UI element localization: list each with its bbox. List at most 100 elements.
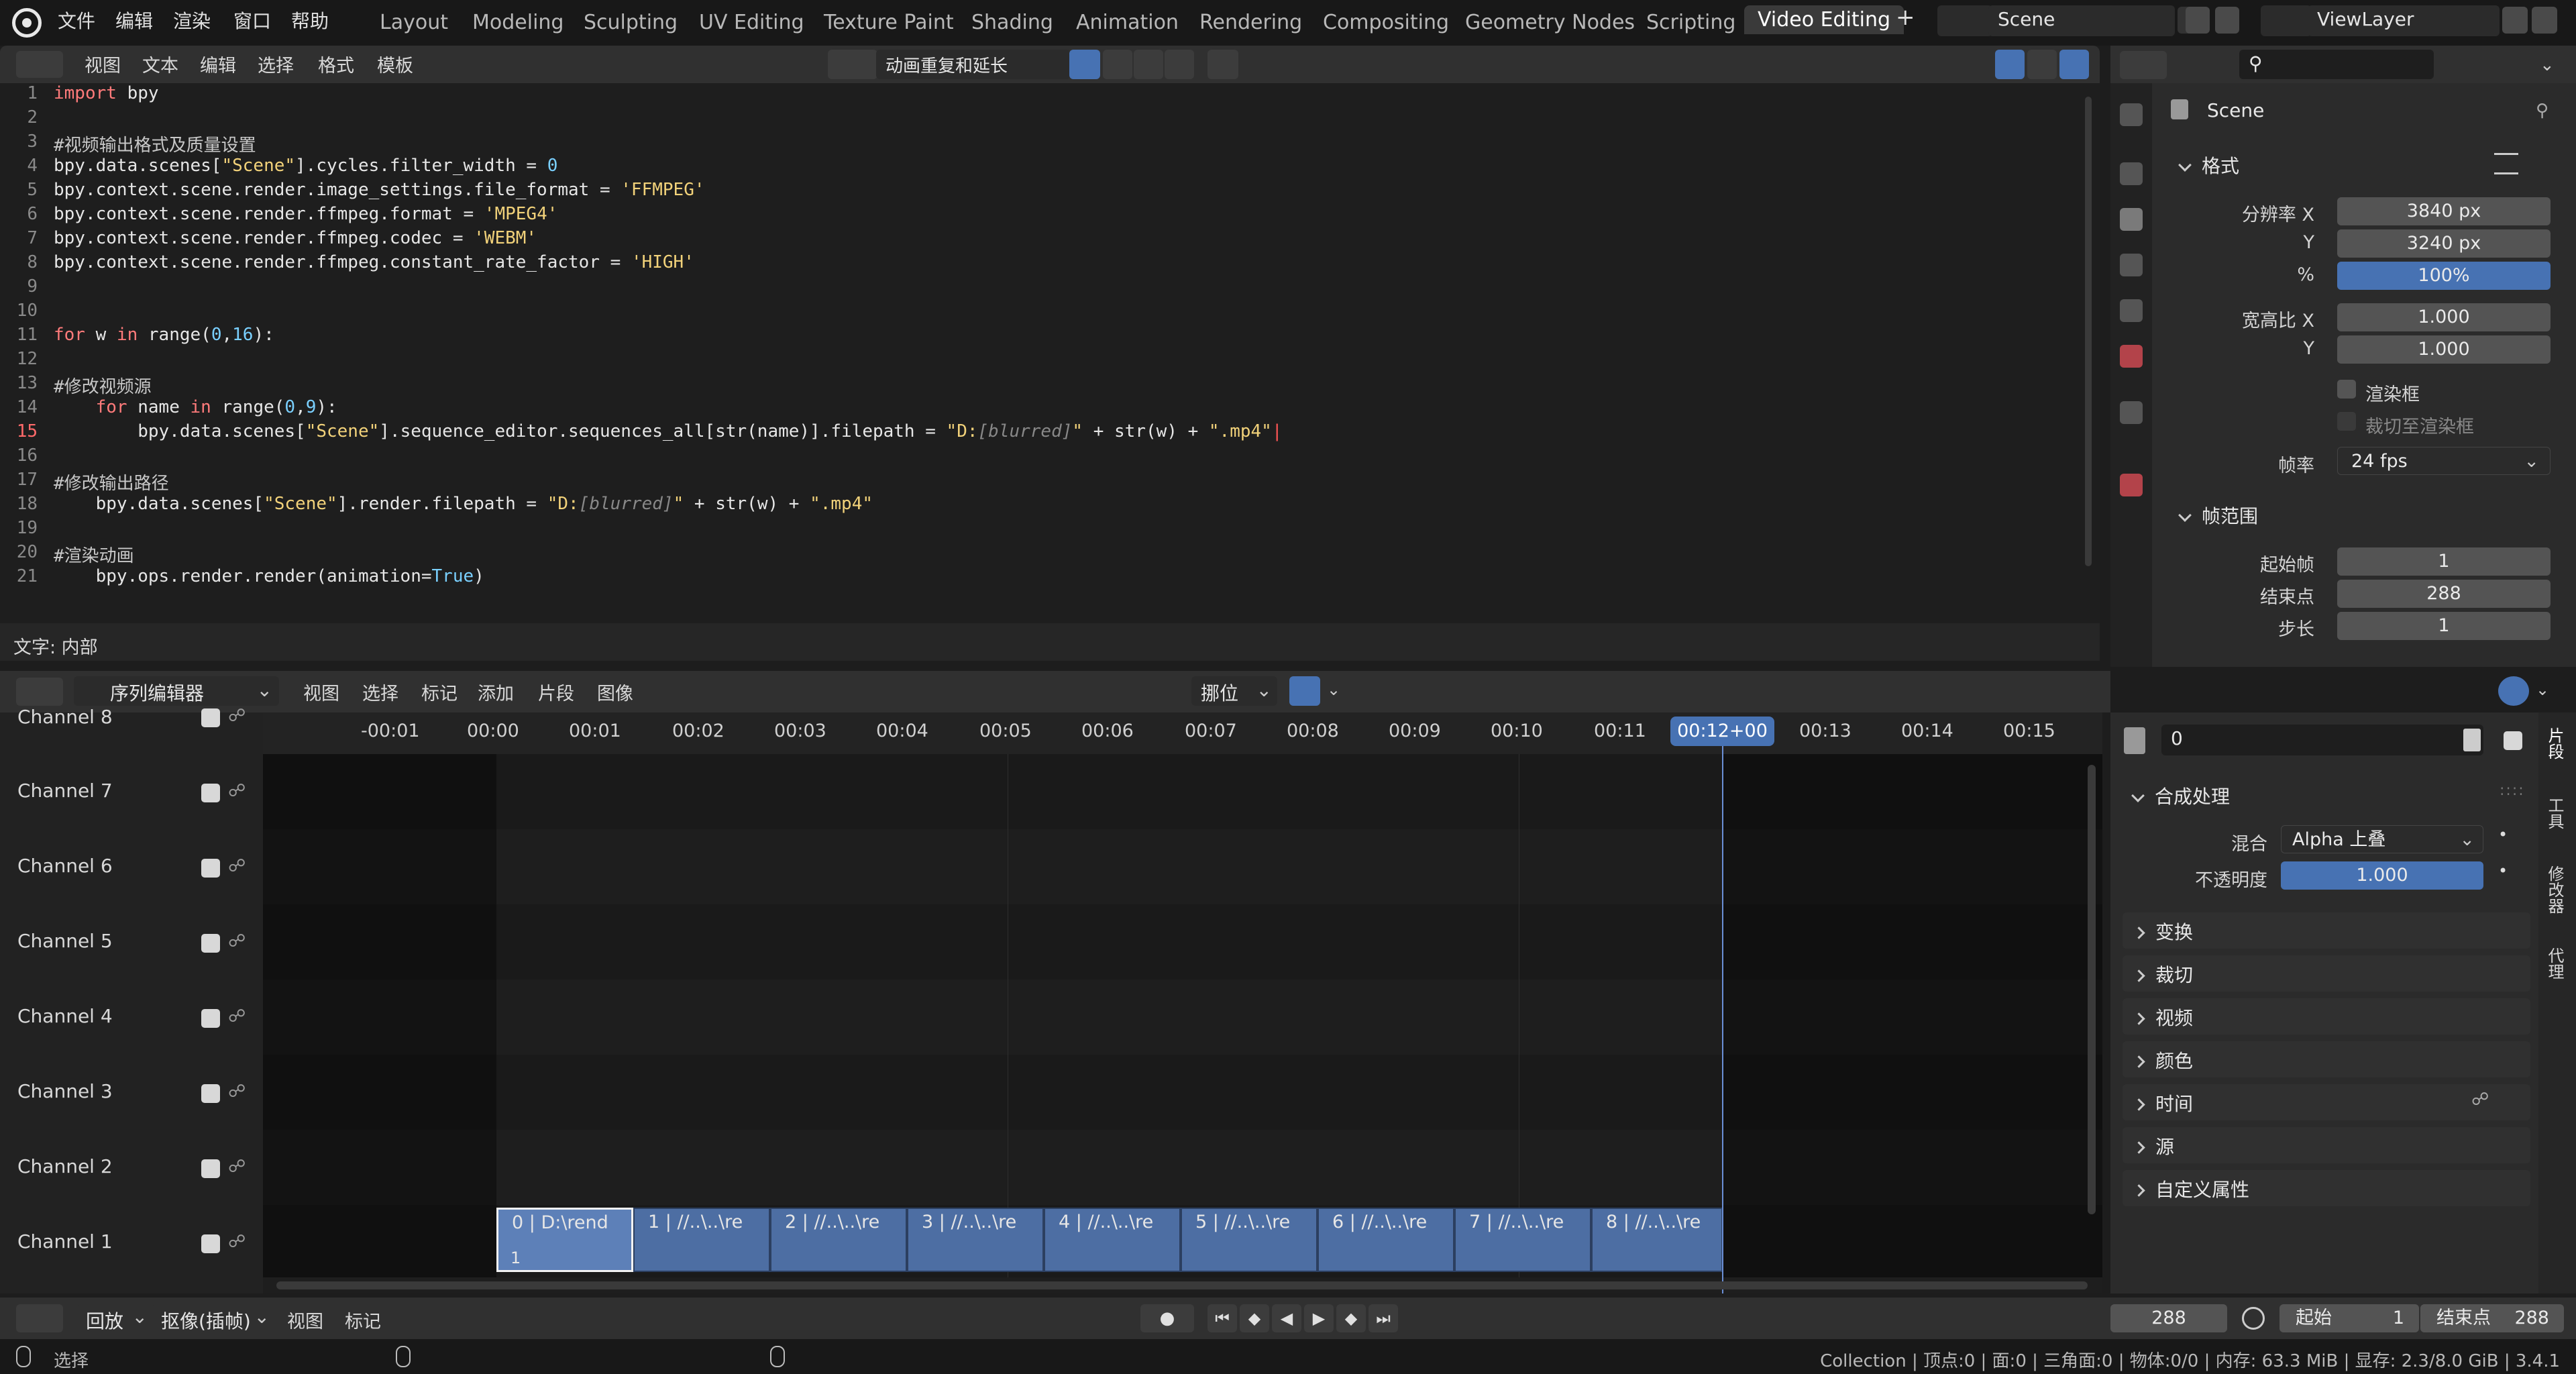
editor-type-icon[interactable]: [16, 51, 63, 78]
channel-mute-checkbox[interactable]: [201, 1159, 220, 1178]
channel-mute-checkbox[interactable]: [201, 708, 220, 727]
fake-user-shield-icon[interactable]: [1069, 50, 1100, 79]
new-view-layer-icon[interactable]: [2502, 7, 2528, 34]
tab-animation[interactable]: Animation: [1076, 8, 1179, 37]
view-layer-tab-icon[interactable]: [2120, 254, 2143, 276]
seq-menu-add[interactable]: 添加: [478, 679, 514, 705]
unlink-text-icon[interactable]: [1165, 50, 1194, 79]
frame-step-field[interactable]: 1: [2337, 612, 2551, 640]
jump-start-icon[interactable]: ⏮: [1208, 1304, 1237, 1332]
sequence-strip-7[interactable]: 7 | //..\..\re: [1454, 1208, 1591, 1272]
sequence-strip-2[interactable]: 2 | //..\..\re: [770, 1208, 907, 1272]
tab-scripting[interactable]: Scripting: [1646, 8, 1735, 37]
menu-window[interactable]: 窗口: [233, 7, 271, 34]
play-reverse-icon[interactable]: ◀: [1272, 1304, 1301, 1332]
sequence-strip-0[interactable]: 0 | D:\rend 1: [496, 1208, 633, 1272]
menu-edit[interactable]: 编辑: [115, 7, 153, 34]
keyframe-dot-icon[interactable]: •: [2498, 825, 2508, 844]
new-scene-icon[interactable]: [2186, 7, 2210, 34]
aspect-x-field[interactable]: 1.000: [2337, 303, 2551, 331]
frame-range-panel-header[interactable]: 帧范围: [2178, 502, 2258, 529]
line-numbers-toggle-icon[interactable]: [1995, 50, 2025, 79]
tab-geometry-nodes[interactable]: Geometry Nodes: [1465, 8, 1635, 37]
code-scrollbar[interactable]: [2085, 97, 2092, 566]
menu-help[interactable]: 帮助: [291, 7, 329, 34]
open-text-icon[interactable]: [1134, 50, 1163, 79]
render-tab-icon[interactable]: [2120, 162, 2143, 185]
opacity-field[interactable]: 1.000: [2281, 861, 2483, 890]
lock-icon[interactable]: ☍: [228, 706, 246, 726]
syntax-highlight-toggle-icon[interactable]: [2059, 50, 2089, 79]
seq-menu-strip[interactable]: 片段: [538, 679, 574, 705]
tab-compositing[interactable]: Compositing: [1323, 8, 1449, 37]
collection-tab-icon[interactable]: [2120, 401, 2143, 424]
start-frame-field[interactable]: 起始 1: [2279, 1304, 2419, 1332]
te-menu-format[interactable]: 格式: [318, 51, 354, 77]
sequencer-editor-type-icon[interactable]: [16, 678, 63, 706]
pivot-dropdown[interactable]: 挪位 ⌄: [1191, 676, 1277, 706]
strip-mute-icon[interactable]: [2463, 729, 2481, 751]
playhead[interactable]: [1722, 721, 1723, 1293]
tab-layout[interactable]: Layout: [380, 8, 448, 37]
format-panel-header[interactable]: 格式: [2178, 152, 2239, 178]
vertical-scrollbar[interactable]: [2088, 765, 2096, 1214]
pin-icon[interactable]: ⚲: [2536, 101, 2548, 121]
prev-keyframe-icon[interactable]: ◆: [1240, 1304, 1269, 1332]
timeline-menu-view[interactable]: 视图: [287, 1307, 323, 1333]
playhead-time-label[interactable]: 00:12+00: [1670, 717, 1774, 746]
resolution-x-field[interactable]: 3840 px: [2337, 197, 2551, 225]
channel-mute-checkbox[interactable]: [201, 859, 220, 878]
tab-tool[interactable]: 工具: [2542, 797, 2567, 829]
source-panel-header[interactable]: [2123, 1127, 2530, 1163]
channel-mute-checkbox[interactable]: [201, 1009, 220, 1028]
tab-strip[interactable]: 片段: [2542, 727, 2567, 759]
delete-scene-icon[interactable]: [2215, 7, 2239, 34]
blender-logo-icon[interactable]: [12, 8, 42, 38]
timeline-editor-type-icon[interactable]: [16, 1304, 63, 1332]
lock-icon[interactable]: ☍: [2471, 1090, 2489, 1110]
view-layer-field[interactable]: ViewLayer: [2308, 5, 2500, 36]
sequencer-view-type-dropdown[interactable]: 序列编辑器 ⌄: [74, 676, 279, 706]
scene-selector-icon[interactable]: [1937, 5, 1992, 36]
seq-menu-image[interactable]: 图像: [597, 679, 633, 705]
view-layer-selector-icon[interactable]: [2261, 5, 2312, 36]
text-browse-icon[interactable]: [828, 50, 877, 79]
menu-file[interactable]: 文件: [58, 7, 95, 34]
seq-menu-select[interactable]: 选择: [362, 679, 398, 705]
chevron-down-icon[interactable]: ⌄: [1327, 680, 1340, 699]
next-keyframe-icon[interactable]: ◆: [1336, 1304, 1366, 1332]
sequence-strip-6[interactable]: 6 | //..\..\re: [1318, 1208, 1454, 1272]
run-script-icon[interactable]: [1208, 50, 1238, 79]
tool-tab-icon[interactable]: [2120, 103, 2143, 126]
chevron-down-icon[interactable]: ⌄: [2536, 680, 2549, 699]
crop-region-checkbox[interactable]: [2337, 412, 2356, 431]
presets-list-icon[interactable]: [2494, 153, 2518, 174]
channel-mute-checkbox[interactable]: [201, 1234, 220, 1253]
lock-icon[interactable]: ☍: [228, 1232, 246, 1252]
sequence-strip-3[interactable]: 3 | //..\..\re: [907, 1208, 1044, 1272]
lock-icon[interactable]: ☍: [228, 1157, 246, 1177]
resolution-y-field[interactable]: 3240 px: [2337, 229, 2551, 258]
stopwatch-icon[interactable]: [2242, 1307, 2265, 1330]
tab-sculpting[interactable]: Sculpting: [584, 8, 678, 37]
add-workspace-button[interactable]: +: [1896, 4, 1915, 31]
te-menu-view[interactable]: 视图: [85, 51, 121, 77]
strip-name-field[interactable]: 0: [2161, 725, 2483, 755]
end-frame-field[interactable]: 结束点 288: [2420, 1304, 2564, 1332]
te-menu-edit[interactable]: 编辑: [200, 51, 236, 77]
record-button[interactable]: ●: [1140, 1304, 1194, 1332]
blend-mode-dropdown[interactable]: Alpha 上叠 ⌄: [2281, 825, 2483, 853]
texture-tab-icon[interactable]: [2120, 474, 2143, 496]
tab-video-editing[interactable]: Video Editing: [1744, 5, 1904, 34]
strip-enable-checkbox[interactable]: [2504, 731, 2522, 750]
scene-name-field[interactable]: Scene: [1988, 5, 2175, 36]
render-region-checkbox[interactable]: [2337, 380, 2356, 399]
keying-dropdown[interactable]: 抠像(插帧) ⌄: [152, 1304, 272, 1332]
tab-rendering[interactable]: Rendering: [1199, 8, 1302, 37]
sequence-strip-5[interactable]: 5 | //..\..\re: [1181, 1208, 1318, 1272]
lock-icon[interactable]: ☍: [228, 781, 246, 801]
sequence-strip-4[interactable]: 4 | //..\..\re: [1044, 1208, 1181, 1272]
lock-icon[interactable]: ☍: [228, 856, 246, 876]
chevron-down-icon[interactable]: ⌄: [2540, 55, 2555, 75]
seq-menu-marker[interactable]: 标记: [421, 679, 458, 705]
